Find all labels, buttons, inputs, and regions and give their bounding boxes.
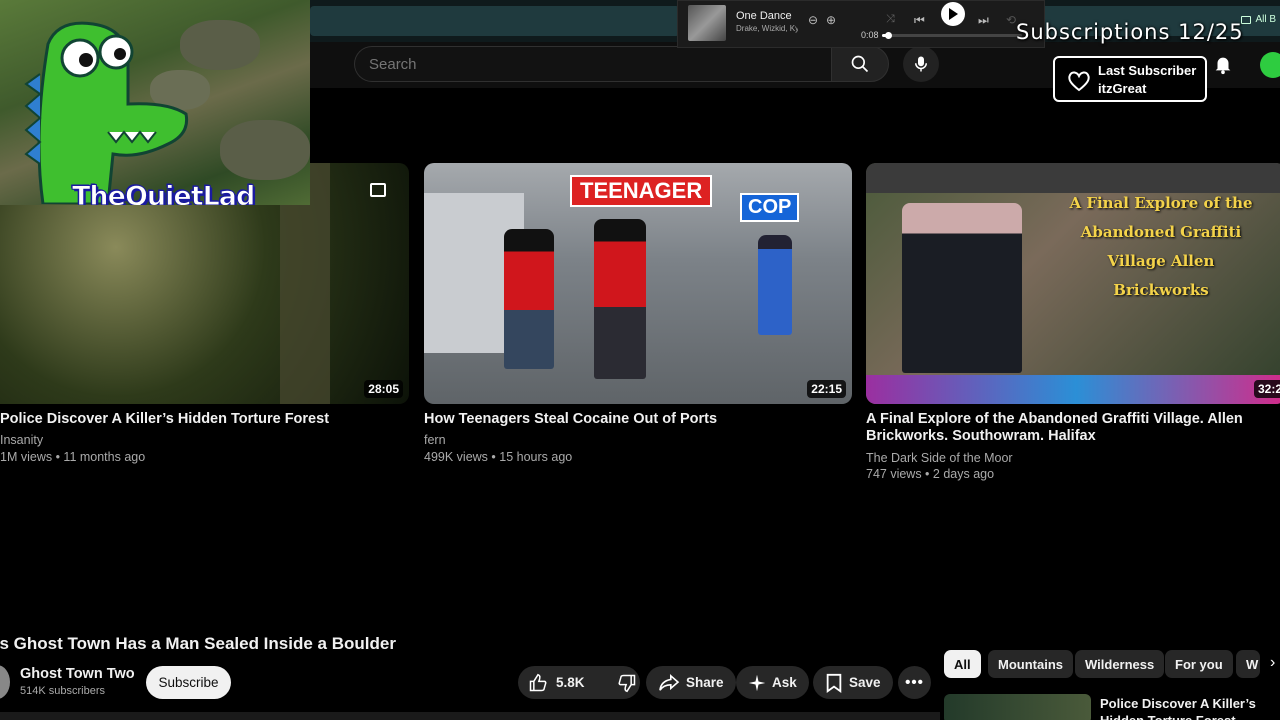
voice-search-button[interactable] bbox=[903, 46, 939, 82]
search-input[interactable] bbox=[355, 47, 832, 81]
thumbs-up-icon bbox=[529, 673, 547, 691]
video-thumbnail[interactable]: A Final Explore of the Abandoned Graffit… bbox=[866, 163, 1280, 404]
cast-icon[interactable] bbox=[370, 183, 386, 197]
chevron-right-icon[interactable]: › bbox=[1270, 654, 1275, 672]
chip-for-you[interactable]: For you bbox=[1165, 650, 1233, 678]
music-mini-player: One Dance Drake, Wizkid, Kyla ⊖ ⊕ ⤨ ⏮ ⏭ … bbox=[677, 0, 1045, 48]
person-figure bbox=[758, 235, 792, 335]
save-button[interactable]: Save bbox=[813, 666, 893, 699]
video-title[interactable]: How Teenagers Steal Cocaine Out of Ports bbox=[424, 411, 852, 428]
more-icon: ••• bbox=[905, 674, 924, 691]
subscribe-button[interactable]: Subscribe bbox=[146, 666, 231, 699]
play-icon bbox=[949, 8, 958, 20]
last-subscriber-label: Last Subscriber bbox=[1098, 63, 1197, 78]
search-icon bbox=[851, 55, 869, 73]
video-title[interactable]: Police Discover A Killer’s Hidden Tortur… bbox=[0, 411, 409, 428]
chip-wilderness[interactable]: Wilderness bbox=[1075, 650, 1165, 678]
person-figure bbox=[902, 203, 1022, 373]
heart-icon bbox=[1068, 71, 1090, 92]
track-progress-bar[interactable] bbox=[882, 32, 1022, 39]
repeat-icon[interactable]: ⟲ bbox=[1006, 13, 1016, 27]
video-channel[interactable]: The Dark Side of the Moor bbox=[866, 450, 1013, 467]
video-stats: 1M views • 11 months ago bbox=[0, 450, 146, 464]
like-dislike-group: 5.8K bbox=[518, 666, 640, 699]
video-duration: 22:15 bbox=[807, 380, 846, 398]
mic-icon bbox=[915, 56, 927, 72]
channel-name[interactable]: Ghost Town Two bbox=[20, 666, 135, 682]
webcam-overlay: TheQuietLad bbox=[0, 0, 310, 205]
related-video-title[interactable]: Police Discover A Killer’s Hidden Tortur… bbox=[1100, 695, 1270, 720]
chip-mountains[interactable]: Mountains bbox=[988, 650, 1073, 678]
video-channel[interactable]: fern bbox=[424, 432, 446, 449]
browser-tab[interactable] bbox=[310, 6, 680, 36]
share-label: Share bbox=[686, 675, 724, 690]
sparkle-icon bbox=[748, 674, 766, 691]
channel-avatar[interactable] bbox=[0, 665, 10, 699]
bell-icon bbox=[1215, 57, 1231, 75]
video-stats: 499K views • 15 hours ago bbox=[424, 450, 573, 464]
plus-circle-icon[interactable]: ⊕ bbox=[826, 13, 836, 27]
track-progress-knob[interactable] bbox=[884, 32, 892, 39]
like-count: 5.8K bbox=[556, 675, 585, 690]
bookmark-folder[interactable]: All B bbox=[1241, 14, 1280, 25]
next-track-icon[interactable]: ⏭ bbox=[978, 13, 989, 28]
video-duration: 28:05 bbox=[364, 380, 403, 398]
bookmark-label: All B bbox=[1255, 14, 1276, 25]
rock bbox=[220, 120, 310, 180]
save-label: Save bbox=[849, 675, 881, 690]
video-title[interactable]: A Final Explore of the Abandoned Graffit… bbox=[866, 411, 1246, 445]
account-avatar[interactable] bbox=[1260, 52, 1280, 78]
shuffle-icon[interactable]: ⤨ bbox=[886, 13, 895, 26]
chip-next-partial[interactable]: W bbox=[1236, 650, 1260, 678]
track-artist: Drake, Wizkid, Kyla bbox=[736, 24, 798, 33]
person-figure bbox=[504, 229, 554, 369]
thumbnail-label: COP bbox=[740, 193, 800, 222]
search-button[interactable] bbox=[831, 46, 889, 82]
minus-circle-icon[interactable]: ⊖ bbox=[808, 13, 818, 27]
chip-all[interactable]: All bbox=[944, 650, 981, 678]
last-subscriber-box: Last Subscriber itzGreat bbox=[1053, 56, 1207, 102]
crocodile-mascot-icon bbox=[24, 21, 189, 204]
bookmark-icon bbox=[826, 673, 842, 693]
watch-video-title: This Ghost Town Has a Man Sealed Inside … bbox=[0, 634, 396, 653]
dislike-button[interactable] bbox=[607, 666, 647, 699]
play-button[interactable] bbox=[941, 2, 965, 26]
like-button[interactable]: 5.8K bbox=[518, 666, 595, 699]
ask-label: Ask bbox=[772, 675, 797, 690]
video-duration: 32:2 bbox=[1253, 380, 1280, 398]
track-title: One Dance bbox=[736, 10, 792, 22]
thumbnail-label: TEENAGER bbox=[570, 175, 713, 207]
ask-button[interactable]: Ask bbox=[736, 666, 809, 699]
video-channel[interactable]: Insanity bbox=[0, 432, 43, 449]
related-video-thumbnail[interactable] bbox=[944, 694, 1091, 720]
share-button[interactable]: Share bbox=[646, 666, 736, 699]
thumbnail-text: A Final Explore of the Abandoned Graffit… bbox=[1069, 194, 1253, 299]
last-subscriber-name: itzGreat bbox=[1098, 81, 1147, 96]
track-elapsed: 0:08 bbox=[861, 30, 879, 40]
video-stats: 747 views • 2 days ago bbox=[866, 467, 995, 481]
person-figure bbox=[594, 219, 646, 379]
album-art bbox=[688, 5, 726, 41]
search-box[interactable] bbox=[354, 46, 832, 82]
notifications-button[interactable] bbox=[1212, 53, 1234, 80]
more-actions-button[interactable]: ••• bbox=[898, 666, 931, 699]
player-bottom-edge bbox=[0, 712, 940, 720]
video-thumbnail[interactable]: TEENAGER COP 22:15 bbox=[424, 163, 852, 404]
channel-subscriber-count: 514K subscribers bbox=[20, 685, 105, 697]
previous-track-icon[interactable]: ⏮ bbox=[914, 13, 925, 28]
streamer-name: TheQuietLad bbox=[71, 181, 255, 206]
share-icon bbox=[659, 673, 680, 691]
graffiti-wall bbox=[866, 375, 1280, 404]
subscription-counter: Subscriptions 12/25 bbox=[1016, 20, 1244, 44]
thumbs-down-icon bbox=[618, 674, 635, 692]
